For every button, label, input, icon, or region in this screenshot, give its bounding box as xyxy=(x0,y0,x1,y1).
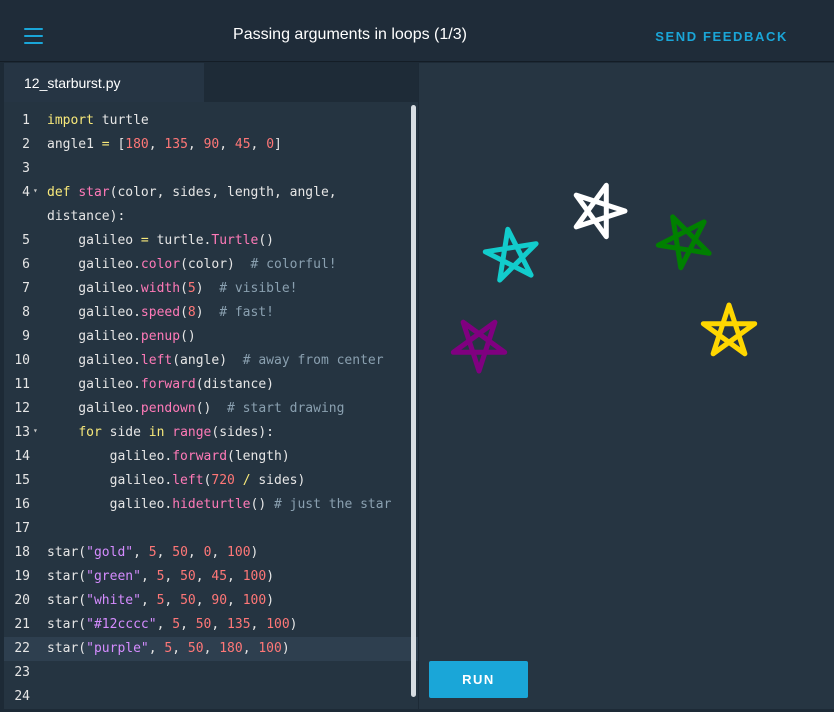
line-code: galileo.left(angle) # away from center xyxy=(47,353,384,368)
line-number: 23 xyxy=(14,665,30,680)
line-number: 20 xyxy=(14,593,30,608)
code-line[interactable]: 10 galileo.left(angle) # away from cente… xyxy=(4,349,418,373)
line-number: 4 xyxy=(22,185,30,200)
line-number: 17 xyxy=(14,521,30,536)
line-code: star("gold", 5, 50, 0, 100) xyxy=(47,545,259,560)
line-code: galileo.left(720 / sides) xyxy=(47,473,306,488)
code-area[interactable]: 1 import turtle 2 angle1 = [180, 135, 90, 4… xyxy=(4,109,418,709)
line-number: 3 xyxy=(22,161,30,176)
code-line[interactable]: 1 import turtle xyxy=(4,109,418,133)
star-drawing xyxy=(700,302,758,357)
line-number: 13 xyxy=(14,425,30,440)
line-number: 6 xyxy=(22,257,30,272)
code-line[interactable]: 24 xyxy=(4,685,418,709)
send-feedback-link[interactable]: SEND FEEDBACK xyxy=(655,29,788,44)
code-line[interactable]: 19 star("green", 5, 50, 45, 100) xyxy=(4,565,418,589)
line-number: 7 xyxy=(22,281,30,296)
line-number: 14 xyxy=(14,449,30,464)
turtle-drawing xyxy=(450,182,758,374)
line-code: galileo.pendown() # start drawing xyxy=(47,401,345,416)
star-drawing xyxy=(450,319,508,374)
line-number: 22 xyxy=(14,641,30,656)
code-line[interactable]: 23 xyxy=(4,661,418,685)
code-line[interactable]: 3 xyxy=(4,157,418,181)
line-code: galileo.forward(distance) xyxy=(47,377,274,392)
line-number: 15 xyxy=(14,473,30,488)
code-line[interactable]: 6 galileo.color(color) # colorful! xyxy=(4,253,418,277)
line-number: 2 xyxy=(22,137,30,152)
line-code: galileo.width(5) # visible! xyxy=(47,281,298,296)
line-code: galileo.hideturtle() # just the star xyxy=(47,497,392,512)
line-code: star("#12cccc", 5, 50, 135, 100) xyxy=(47,617,298,632)
star-drawing xyxy=(655,214,712,271)
code-line[interactable]: 20 star("white", 5, 50, 90, 100) xyxy=(4,589,418,613)
code-line[interactable]: 13 ▾ for side in range(sides): xyxy=(4,421,418,445)
line-code: galileo.forward(length) xyxy=(47,449,290,464)
code-line[interactable]: 7 galileo.width(5) # visible! xyxy=(4,277,418,301)
turtle-output-canvas: RUN xyxy=(419,63,834,709)
line-number: 8 xyxy=(22,305,30,320)
line-code: galileo.color(color) # colorful! xyxy=(47,257,337,272)
code-line[interactable]: 16 galileo.hideturtle() # just the star xyxy=(4,493,418,517)
line-number: 19 xyxy=(14,569,30,584)
code-line[interactable]: 22 star("purple", 5, 50, 180, 100) xyxy=(4,637,418,661)
line-code: galileo.penup() xyxy=(47,329,196,344)
line-number: 24 xyxy=(14,689,30,704)
line-number: 10 xyxy=(14,353,30,368)
star-drawing xyxy=(573,182,628,240)
fold-triangle-icon[interactable]: ▾ xyxy=(33,419,38,443)
code-line[interactable]: distance): xyxy=(4,205,418,229)
line-code: import turtle xyxy=(47,113,149,128)
code-line[interactable]: 18 star("gold", 5, 50, 0, 100) xyxy=(4,541,418,565)
line-number: 1 xyxy=(22,113,30,128)
code-line[interactable]: 12 galileo.pendown() # start drawing xyxy=(4,397,418,421)
line-number: 21 xyxy=(14,617,30,632)
code-editor-panel: 12_starburst.py 1 import turtle 2 angle1 = … xyxy=(4,63,418,709)
line-code: star("white", 5, 50, 90, 100) xyxy=(47,593,275,608)
code-line[interactable]: 4 ▾ def star(color, sides, length, angle, xyxy=(4,181,418,205)
code-line[interactable]: 9 galileo.penup() xyxy=(4,325,418,349)
line-number: 12 xyxy=(14,401,30,416)
line-code: angle1 = [180, 135, 90, 45, 0] xyxy=(47,137,282,152)
line-code: for side in range(sides): xyxy=(78,425,275,440)
code-line[interactable]: 5 galileo = turtle.Turtle() xyxy=(4,229,418,253)
code-line[interactable]: 2 angle1 = [180, 135, 90, 45, 0] xyxy=(4,133,418,157)
file-tab[interactable]: 12_starburst.py xyxy=(4,63,204,102)
code-line[interactable]: 11 galileo.forward(distance) xyxy=(4,373,418,397)
run-button[interactable]: RUN xyxy=(429,661,528,698)
line-code: galileo = turtle.Turtle() xyxy=(47,233,274,248)
top-bar: Passing arguments in loops (1/3) SEND FE… xyxy=(0,0,834,62)
line-number: 18 xyxy=(14,545,30,560)
code-line[interactable]: 8 galileo.speed(8) # fast! xyxy=(4,301,418,325)
editor-tab-strip: 12_starburst.py xyxy=(4,63,418,102)
editor-scrollbar[interactable] xyxy=(411,105,416,697)
line-code: def star(color, sides, length, angle, xyxy=(47,185,337,200)
line-number: 11 xyxy=(14,377,30,392)
page-title: Passing arguments in loops (1/3) xyxy=(233,26,467,43)
line-code: star("green", 5, 50, 45, 100) xyxy=(47,569,275,584)
code-line[interactable]: 15 galileo.left(720 / sides) xyxy=(4,469,418,493)
line-code: galileo.speed(8) # fast! xyxy=(47,305,274,320)
line-number: 5 xyxy=(22,233,30,248)
fold-triangle-icon[interactable]: ▾ xyxy=(33,179,38,203)
line-number: 16 xyxy=(14,497,30,512)
line-number: 9 xyxy=(22,329,30,344)
line-code: distance): xyxy=(47,209,126,224)
code-line[interactable]: 17 xyxy=(4,517,418,541)
line-code: star("purple", 5, 50, 180, 100) xyxy=(47,641,290,656)
star-drawing xyxy=(482,226,539,283)
code-line[interactable]: 14 galileo.forward(length) xyxy=(4,445,418,469)
code-line[interactable]: 21 star("#12cccc", 5, 50, 135, 100) xyxy=(4,613,418,637)
